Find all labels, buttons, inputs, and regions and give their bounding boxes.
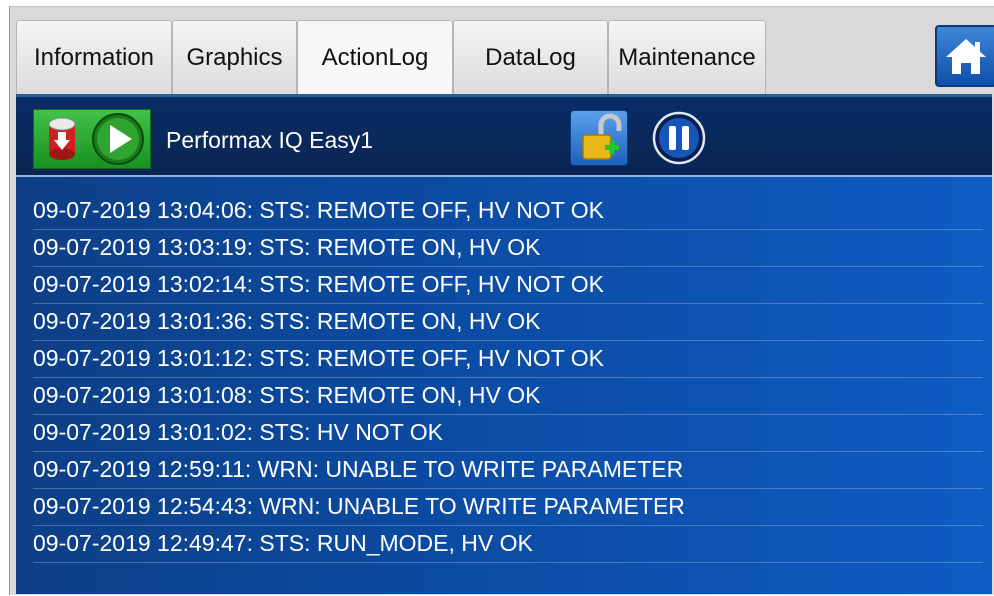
unlocked-padlock-icon	[582, 113, 622, 160]
device-status-indicator[interactable]	[33, 109, 151, 169]
play-icon	[92, 113, 144, 165]
log-entry: 09-07-2019 13:01:36: STS: REMOTE ON, HV …	[33, 304, 983, 341]
log-entry-text: 09-07-2019 13:03:19: STS: REMOTE ON, HV …	[33, 234, 541, 260]
log-entry: 09-07-2019 13:01:12: STS: REMOTE OFF, HV…	[33, 341, 983, 378]
tab-label: Maintenance	[618, 43, 756, 71]
warning-cylinder-icon	[48, 117, 76, 160]
log-entry: 09-07-2019 13:02:14: STS: REMOTE OFF, HV…	[33, 267, 983, 304]
tab-label: ActionLog	[321, 43, 429, 71]
log-entry: 09-07-2019 12:59:11: WRN: UNABLE TO WRIT…	[33, 452, 983, 489]
log-entry-text: 09-07-2019 13:01:12: STS: REMOTE OFF, HV…	[33, 345, 604, 371]
log-entry: 09-07-2019 12:54:43: WRN: UNABLE TO WRIT…	[33, 489, 983, 526]
tab-bar: Information Graphics ActionLog DataLog M…	[16, 20, 766, 94]
log-entry-text: 09-07-2019 13:04:06: STS: REMOTE OFF, HV…	[33, 197, 604, 223]
log-entry: 09-07-2019 13:01:02: STS: HV NOT OK	[33, 415, 983, 452]
log-entry-text: 09-07-2019 13:01:36: STS: REMOTE ON, HV …	[33, 308, 541, 334]
tab-actionlog[interactable]: ActionLog	[297, 20, 453, 94]
device-name: Performax IQ Easy1	[166, 127, 374, 153]
log-entry-text: 09-07-2019 13:02:14: STS: REMOTE OFF, HV…	[33, 271, 604, 297]
home-icon	[946, 39, 986, 74]
home-button[interactable]	[935, 25, 994, 87]
tab-label: Graphics	[186, 43, 283, 71]
log-entry-text: 09-07-2019 12:54:43: WRN: UNABLE TO WRIT…	[33, 493, 685, 519]
log-entry-text: 09-07-2019 12:59:11: WRN: UNABLE TO WRIT…	[33, 456, 684, 482]
pause-icon	[652, 111, 706, 165]
log-entry-text: 09-07-2019 13:01:02: STS: HV NOT OK	[33, 419, 443, 445]
log-entry-text: 09-07-2019 13:01:08: STS: REMOTE ON, HV …	[33, 382, 541, 408]
tab-label: Information	[33, 43, 155, 71]
pause-button[interactable]	[652, 111, 706, 165]
action-log-panel: Performax IQ Easy1 09-07-2019 13:04:06: …	[16, 94, 992, 594]
action-log-list[interactable]: 09-07-2019 13:04:06: STS: REMOTE OFF, HV…	[33, 193, 983, 563]
device-header: Performax IQ Easy1	[16, 97, 992, 177]
lock-button[interactable]	[570, 110, 628, 166]
tab-datalog[interactable]: DataLog	[453, 20, 608, 94]
log-entry: 09-07-2019 13:03:19: STS: REMOTE ON, HV …	[33, 230, 983, 267]
log-entry: 09-07-2019 12:49:47: STS: RUN_MODE, HV O…	[33, 526, 983, 563]
tab-information[interactable]: Information	[16, 20, 172, 94]
log-entry: 09-07-2019 13:04:06: STS: REMOTE OFF, HV…	[33, 193, 983, 230]
log-entry: 09-07-2019 13:01:08: STS: REMOTE ON, HV …	[33, 378, 983, 415]
tab-graphics[interactable]: Graphics	[172, 20, 297, 94]
tab-maintenance[interactable]: Maintenance	[608, 20, 766, 94]
log-entry-text: 09-07-2019 12:49:47: STS: RUN_MODE, HV O…	[33, 530, 533, 556]
tab-label: DataLog	[485, 43, 576, 71]
